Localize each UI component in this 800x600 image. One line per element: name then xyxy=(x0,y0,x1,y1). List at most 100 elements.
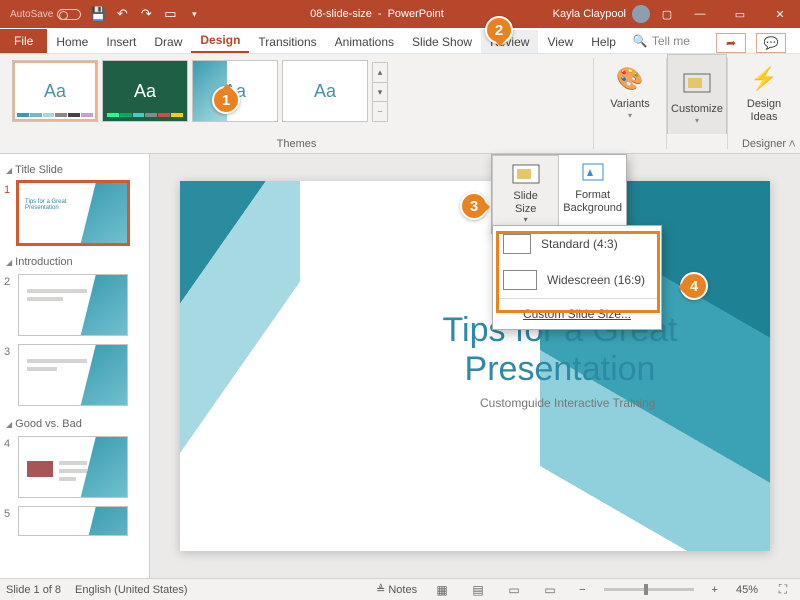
save-icon[interactable]: 💾 xyxy=(87,3,109,25)
zoom-level[interactable]: 45% xyxy=(736,584,758,596)
slide-thumbnail[interactable] xyxy=(18,344,128,406)
themes-gallery[interactable]: Aa Aa Aa Aa ▴ ▾ ⎯ xyxy=(6,58,587,122)
theme-thumb[interactable]: Aa xyxy=(102,60,188,122)
collapse-ribbon-icon[interactable]: ˄ xyxy=(788,136,796,151)
slide-thumbnail[interactable] xyxy=(18,274,128,336)
tab-transitions[interactable]: Transitions xyxy=(249,30,325,53)
slide-sorter-view-icon[interactable]: ▤ xyxy=(467,582,489,598)
section-title: Title Slide xyxy=(15,164,63,176)
customize-icon xyxy=(680,67,714,101)
aspect-169-icon xyxy=(503,270,537,290)
aspect-43-icon xyxy=(503,234,531,254)
gallery-down-icon[interactable]: ▾ xyxy=(373,83,387,103)
lightning-icon: ⚡ xyxy=(747,62,781,96)
themes-gallery-nav[interactable]: ▴ ▾ ⎯ xyxy=(372,62,388,122)
slide-thumbnail-row[interactable]: 2 xyxy=(4,274,145,336)
slide-size-label: Slide Size xyxy=(513,190,537,215)
callout-badge-4: 4 xyxy=(680,272,708,300)
close-button[interactable]: ✕ xyxy=(760,0,800,28)
slide-subtitle[interactable]: Customguide Interactive Training xyxy=(480,396,655,410)
tab-insert[interactable]: Insert xyxy=(97,30,145,53)
callout-badge-3: 3 xyxy=(460,192,488,220)
minimize-button[interactable]: — xyxy=(680,0,720,28)
tab-design[interactable]: Design xyxy=(191,28,249,53)
section-header[interactable]: ◢Title Slide xyxy=(4,160,145,182)
notes-button[interactable]: ≜ Notes xyxy=(376,583,417,596)
slide-thumbnail[interactable]: Tips for a GreatPresentation xyxy=(18,182,128,244)
tab-file[interactable]: File xyxy=(0,29,47,53)
slide-thumbnail-row[interactable]: 5 xyxy=(4,506,145,536)
workspace: ◢Title Slide 1 Tips for a GreatPresentat… xyxy=(0,154,800,578)
section-title: Good vs. Bad xyxy=(15,418,82,430)
section-header[interactable]: ◢Introduction xyxy=(4,252,145,274)
callout-badge-2: 2 xyxy=(485,16,513,44)
title-separator: - xyxy=(378,8,382,20)
format-background-button[interactable]: Format Background xyxy=(559,155,626,233)
tab-view[interactable]: View xyxy=(538,30,582,53)
doc-name: 08-slide-size xyxy=(310,8,372,20)
ribbon: Aa Aa Aa Aa ▴ ▾ ⎯ Themes 🎨 Variants ▾ xyxy=(0,54,800,154)
slide-counter[interactable]: Slide 1 of 8 xyxy=(6,584,61,596)
slide-number: 3 xyxy=(4,344,14,358)
theme-thumb[interactable]: Aa xyxy=(282,60,368,122)
slide-thumbnail[interactable] xyxy=(18,506,128,536)
gallery-more-icon[interactable]: ⎯ xyxy=(373,102,387,121)
slideshow-view-icon[interactable]: ▭ xyxy=(539,582,561,598)
slide-thumbnail-row[interactable]: 4 xyxy=(4,436,145,498)
redo-icon[interactable]: ↷ xyxy=(135,3,157,25)
option-label: Widescreen (16:9) xyxy=(547,273,645,287)
size-option-widescreen[interactable]: Widescreen (16:9) xyxy=(493,262,661,298)
zoom-in-button[interactable]: + xyxy=(708,584,722,596)
tab-home[interactable]: Home xyxy=(47,30,97,53)
toggle-off-icon[interactable] xyxy=(57,9,81,20)
variants-button[interactable]: 🎨 Variants ▾ xyxy=(600,58,660,121)
status-bar: Slide 1 of 8 English (United States) ≜ N… xyxy=(0,578,800,600)
slide-number: 4 xyxy=(4,436,14,450)
slide-thumbnail-row[interactable]: 1 Tips for a GreatPresentation xyxy=(4,182,145,244)
qat-more-icon[interactable]: ▾ xyxy=(183,3,205,25)
tab-draw[interactable]: Draw xyxy=(145,30,191,53)
language-indicator[interactable]: English (United States) xyxy=(75,584,188,596)
slide-size-menu: Standard (4:3) Widescreen (16:9) Custom … xyxy=(492,225,662,330)
ribbon-right-buttons: ➦ 💬 xyxy=(716,33,794,53)
comments-button[interactable]: 💬 xyxy=(756,33,786,53)
slide-thumbnail-panel[interactable]: ◢Title Slide 1 Tips for a GreatPresentat… xyxy=(0,154,150,578)
tab-help[interactable]: Help xyxy=(582,30,625,53)
size-option-standard[interactable]: Standard (4:3) xyxy=(493,226,661,262)
option-label: Standard (4:3) xyxy=(541,237,618,251)
slide-canvas[interactable]: Tips for a Great Presentation Customguid… xyxy=(180,181,770,551)
tab-animations[interactable]: Animations xyxy=(326,30,403,53)
autosave-toggle[interactable]: AutoSave xyxy=(6,9,85,20)
tell-me-search[interactable]: 🔍 Tell me xyxy=(625,29,698,53)
slide-thumbnail-row[interactable]: 3 xyxy=(4,344,145,406)
reading-view-icon[interactable]: ▭ xyxy=(503,582,525,598)
tab-slideshow[interactable]: Slide Show xyxy=(403,30,481,53)
slide-background-shape xyxy=(180,181,300,551)
user-name: Kayla Claypool xyxy=(553,8,626,20)
undo-icon[interactable]: ↶ xyxy=(111,3,133,25)
slide-size-button[interactable]: Slide Size ▾ xyxy=(492,155,559,233)
section-header[interactable]: ◢Good vs. Bad xyxy=(4,414,145,436)
designer-group-label: Designer xyxy=(742,136,786,151)
quick-access-toolbar: AutoSave 💾 ↶ ↷ ▭ ▾ xyxy=(0,3,205,25)
slide-thumbnail[interactable] xyxy=(18,436,128,498)
maximize-button[interactable]: ▭ xyxy=(720,0,760,28)
custom-slide-size[interactable]: Custom Slide Size... xyxy=(493,299,661,329)
design-ideas-button[interactable]: ⚡ Design Ideas xyxy=(734,58,794,124)
normal-view-icon[interactable]: ▦ xyxy=(431,582,453,598)
theme-thumb[interactable]: Aa xyxy=(12,60,98,122)
zoom-out-button[interactable]: − xyxy=(575,584,589,596)
ribbon-display-options-icon[interactable]: ▢ xyxy=(654,3,680,25)
gallery-up-icon[interactable]: ▴ xyxy=(373,63,387,83)
account-button[interactable]: Kayla Claypool xyxy=(549,5,654,23)
zoom-slider[interactable] xyxy=(604,588,694,591)
design-ideas-label: Design Ideas xyxy=(747,98,781,124)
slide-size-icon xyxy=(511,162,541,186)
fit-to-window-icon[interactable]: ⛶ xyxy=(772,582,794,598)
window-controls: — ▭ ✕ xyxy=(680,0,800,28)
customize-button[interactable]: Customize ▾ xyxy=(667,54,727,134)
share-button[interactable]: ➦ xyxy=(716,33,746,53)
start-from-beginning-icon[interactable]: ▭ xyxy=(159,3,181,25)
ribbon-tabs: File Home Insert Draw Design Transitions… xyxy=(0,28,800,54)
title-line-2: Presentation xyxy=(360,350,760,389)
